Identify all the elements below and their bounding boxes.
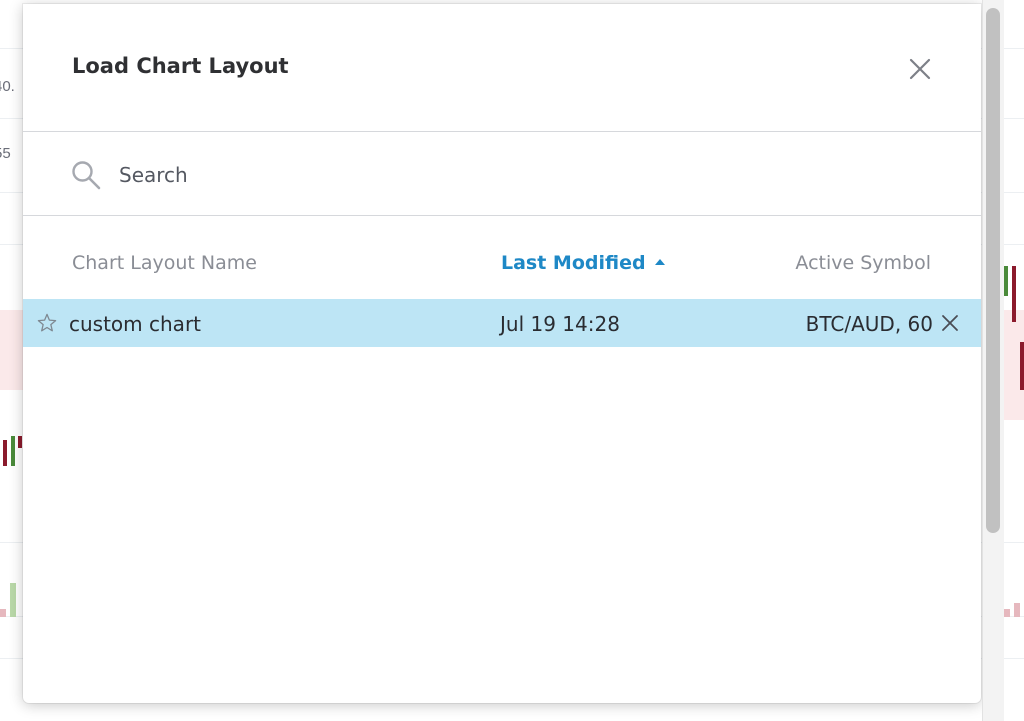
table-row[interactable]: custom chart Jul 19 14:28 BTC/AUD, 60 [23,299,981,347]
layout-name: custom chart [69,312,202,336]
volume-bar [1004,609,1010,617]
candle [1004,266,1008,296]
chart-band [0,310,24,390]
candle [18,436,22,448]
candle [11,436,15,466]
layout-last-modified: Jul 19 14:28 [500,312,620,336]
candle [1012,266,1016,322]
layout-active-symbol: BTC/AUD, 60 [805,312,933,336]
close-button[interactable] [903,52,937,86]
column-header-active-symbol[interactable]: Active Symbol [795,252,931,274]
search-bar [23,133,981,216]
close-icon [909,58,931,80]
search-input[interactable] [119,155,939,195]
volume-bar [0,609,6,617]
load-chart-layout-dialog: Load Chart Layout Chart Layout Name Last… [23,4,981,703]
volume-bar [1014,603,1020,617]
column-headers: Chart Layout Name Last Modified Active S… [23,246,981,286]
column-header-last-modified[interactable]: Last Modified [501,252,665,274]
dialog-header: Load Chart Layout [23,4,981,132]
price-label: 55 [0,145,11,162]
column-header-last-modified-label: Last Modified [501,252,646,274]
candle [1020,342,1024,390]
search-icon [72,161,101,190]
candle [3,440,7,466]
volume-bar [10,583,16,617]
price-label: 40. [0,78,15,95]
column-header-name[interactable]: Chart Layout Name [72,252,257,274]
dialog-title: Load Chart Layout [72,54,289,78]
scrollbar-thumb[interactable] [986,8,1000,533]
star-icon[interactable] [36,312,58,334]
remove-icon[interactable] [941,314,959,332]
sort-ascending-icon [654,259,665,265]
